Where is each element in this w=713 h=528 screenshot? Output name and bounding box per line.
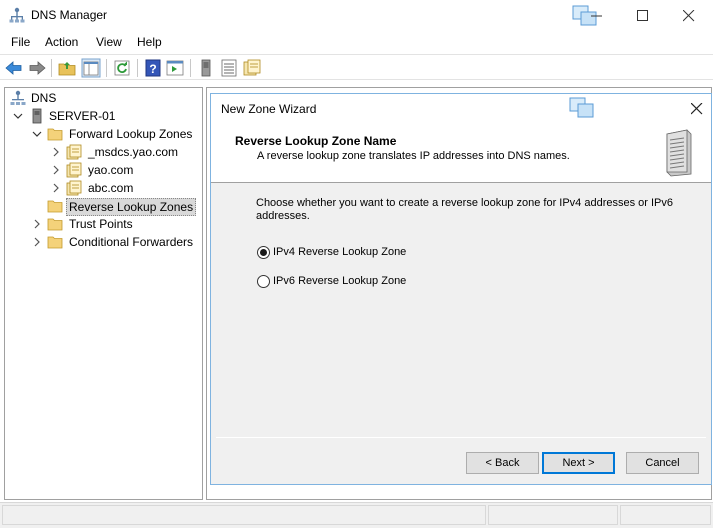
- toolbar-separator: [106, 59, 107, 77]
- ipv6-radio-label[interactable]: IPv6 Reverse Lookup Zone: [273, 275, 406, 287]
- tree-item-zone[interactable]: yao.com: [5, 161, 202, 179]
- new-zone-wizard-dialog: New Zone Wizard Reverse Lookup Zone Name…: [210, 93, 712, 485]
- dialog-title: New Zone Wizard: [221, 102, 317, 116]
- server-icon[interactable]: [196, 58, 216, 78]
- chevron-right-icon[interactable]: [51, 183, 61, 193]
- zone-icon: [66, 144, 82, 160]
- minimize-button[interactable]: [574, 0, 620, 31]
- svg-text:?: ?: [149, 62, 156, 76]
- minimize-icon: [591, 15, 602, 17]
- close-icon: [683, 10, 695, 22]
- tree-item-zone[interactable]: _msdcs.yao.com: [5, 143, 202, 161]
- chevron-down-icon[interactable]: [32, 129, 42, 139]
- status-cell: [620, 505, 711, 525]
- toolbar: ?: [0, 54, 713, 80]
- forward-icon[interactable]: [27, 58, 47, 78]
- tree-item-dns[interactable]: DNS: [5, 89, 202, 107]
- menu-bar: File Action View Help: [0, 31, 713, 53]
- wizard-description: Choose whether you want to create a reve…: [256, 197, 674, 222]
- maximize-icon: [637, 10, 648, 21]
- dialog-title-bar: New Zone Wizard: [211, 94, 711, 122]
- toolbar-separator: [137, 59, 138, 77]
- chevron-right-icon[interactable]: [32, 219, 42, 229]
- zone-icon: [66, 162, 82, 178]
- status-cell: [488, 505, 618, 525]
- wizard-page-subtitle: A reverse lookup zone translates IP addr…: [257, 150, 570, 162]
- menu-file[interactable]: File: [11, 35, 30, 49]
- tree-label: Forward Lookup Zones: [69, 127, 193, 141]
- menu-help[interactable]: Help: [137, 35, 162, 49]
- folder-icon: [47, 200, 63, 213]
- tree-label: yao.com: [88, 163, 134, 177]
- wizard-page-title: Reverse Lookup Zone Name: [235, 134, 397, 148]
- dns-icon: [9, 7, 25, 23]
- ipv4-radio-label[interactable]: IPv4 Reverse Lookup Zone: [273, 246, 406, 258]
- server-icon: [32, 108, 42, 124]
- title-bar: DNS Manager: [0, 0, 713, 31]
- dialog-close-button[interactable]: [681, 94, 711, 122]
- toolbar-separator: [51, 59, 52, 77]
- close-icon: [691, 103, 703, 115]
- windows-stack-icon: [569, 97, 594, 118]
- toolbar-separator: [190, 59, 191, 77]
- back-button[interactable]: < Back: [466, 452, 539, 474]
- maximize-button[interactable]: [620, 0, 666, 31]
- tree-label: DNS: [31, 91, 57, 105]
- folder-icon: [47, 128, 63, 141]
- folder-icon: [47, 218, 63, 231]
- zone-icon[interactable]: [242, 58, 262, 78]
- menu-action[interactable]: Action: [45, 35, 78, 49]
- menu-view[interactable]: View: [96, 35, 122, 49]
- zone-icon: [66, 180, 82, 196]
- close-button[interactable]: [666, 0, 712, 31]
- chevron-right-icon[interactable]: [51, 165, 61, 175]
- list-icon[interactable]: [219, 58, 239, 78]
- tree-item-conditional-forwarders[interactable]: Conditional Forwarders: [5, 233, 202, 251]
- chevron-right-icon[interactable]: [51, 147, 61, 157]
- show-hide-tree-icon[interactable]: [81, 58, 101, 78]
- server-tower-icon: [666, 129, 692, 177]
- tree-label: Reverse Lookup Zones: [66, 198, 197, 216]
- tree-item-trust-points[interactable]: Trust Points: [5, 215, 202, 233]
- ipv4-radio-button[interactable]: [257, 246, 270, 259]
- dns-icon: [10, 90, 26, 105]
- tree-label: SERVER-01: [49, 109, 116, 123]
- window-title: DNS Manager: [31, 8, 108, 22]
- chevron-right-icon[interactable]: [32, 237, 42, 247]
- cancel-button[interactable]: Cancel: [626, 452, 699, 474]
- ipv6-radio-button[interactable]: [257, 275, 270, 288]
- help-icon[interactable]: ?: [143, 58, 163, 78]
- tree-item-forward-lookup-zones[interactable]: Forward Lookup Zones: [5, 125, 202, 143]
- console-tree: DNS SERVER-01 Forward Lookup Zones _msdc…: [4, 87, 203, 500]
- up-folder-icon[interactable]: [57, 58, 77, 78]
- folder-icon: [47, 236, 63, 249]
- tree-item-reverse-lookup-zones[interactable]: Reverse Lookup Zones: [5, 197, 202, 216]
- status-bar: [0, 502, 713, 528]
- divider: [216, 437, 706, 438]
- tree-item-server[interactable]: SERVER-01: [5, 107, 202, 125]
- chevron-down-icon[interactable]: [13, 111, 23, 121]
- status-cell: [2, 505, 486, 525]
- wizard-header: Reverse Lookup Zone Name A reverse looku…: [211, 122, 711, 183]
- next-button[interactable]: Next >: [542, 452, 615, 474]
- tree-label: _msdcs.yao.com: [88, 145, 179, 159]
- refresh-icon[interactable]: [112, 58, 132, 78]
- back-icon[interactable]: [4, 58, 24, 78]
- tree-label: abc.com: [88, 181, 134, 195]
- tree-label: Conditional Forwarders: [69, 235, 194, 249]
- properties-icon[interactable]: [165, 58, 185, 78]
- tree-item-zone[interactable]: abc.com: [5, 179, 202, 197]
- tree-label: Trust Points: [69, 217, 133, 231]
